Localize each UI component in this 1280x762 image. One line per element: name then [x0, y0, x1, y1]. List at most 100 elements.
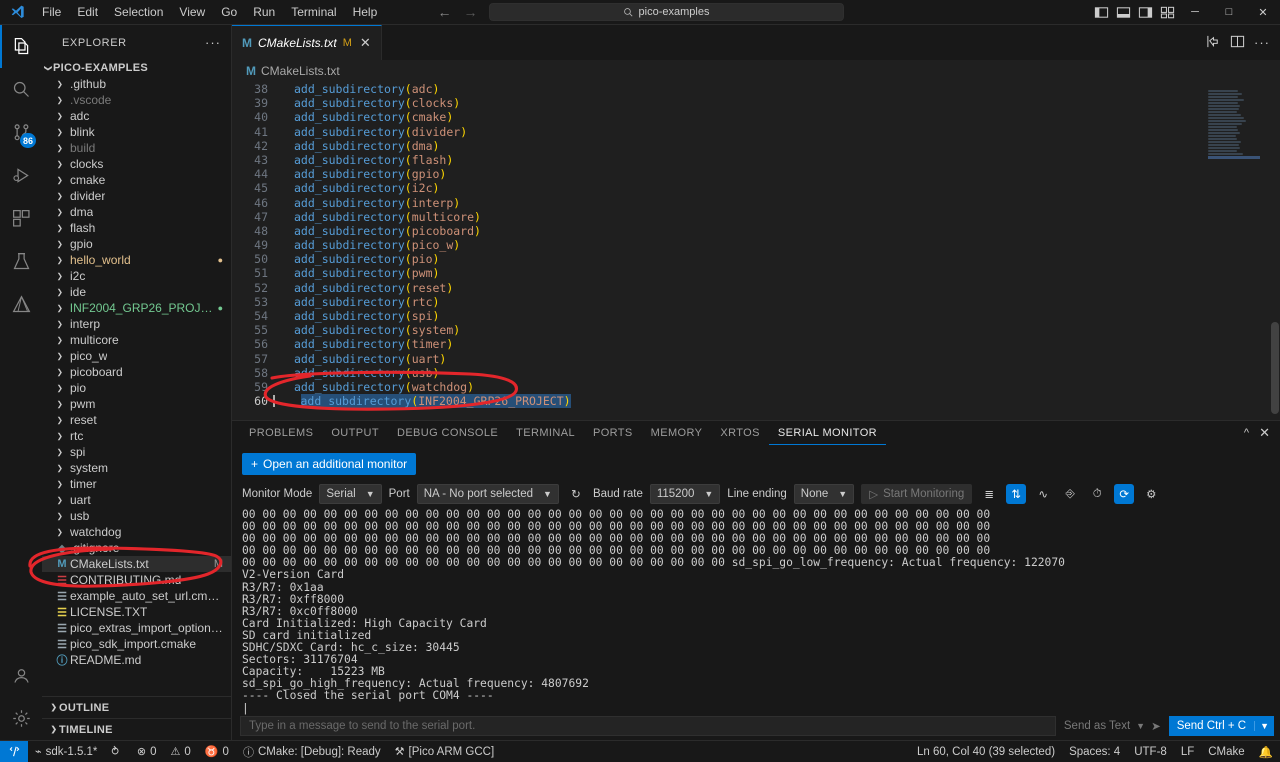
status-warnings[interactable]: ⚠ 0 [164, 741, 198, 762]
status-eol[interactable]: LF [1174, 741, 1201, 762]
tree-root-pico-examples[interactable]: PICO-EXAMPLES [42, 60, 231, 76]
file-tree[interactable]: PICO-EXAMPLES .github .vscode adc blink buil… [42, 60, 231, 696]
tree-folder-divider[interactable]: divider [42, 188, 231, 204]
code-line[interactable]: 42 add_subdirectory(dma) [232, 139, 1280, 153]
tree-folder-pico-w[interactable]: pico_w [42, 348, 231, 364]
menu-run[interactable]: Run [245, 0, 283, 25]
tree-file--gitignore[interactable]: ◆ .gitignore [42, 540, 231, 556]
code-line[interactable]: 56 add_subdirectory(timer) [232, 337, 1280, 351]
tree-folder-flash[interactable]: flash [42, 220, 231, 236]
menu-go[interactable]: Go [213, 0, 245, 25]
code-line[interactable]: 45 add_subdirectory(i2c) [232, 181, 1280, 195]
tree-folder-interp[interactable]: interp [42, 316, 231, 332]
status-language-mode[interactable]: CMake [1201, 741, 1251, 762]
code-line[interactable]: 51 add_subdirectory(pwm) [232, 266, 1280, 280]
code-line[interactable]: 60 add_subdirectory(INF2004_GRP26_PROJECT… [232, 394, 1280, 409]
tree-folder-picoboard[interactable]: picoboard [42, 364, 231, 380]
tree-file-example-auto-set-url-cmake[interactable]: ☰ example_auto_set_url.cmake [42, 588, 231, 604]
activity-settings[interactable] [0, 697, 42, 740]
toggle-panel-icon[interactable] [1112, 0, 1134, 25]
tree-file-contributing-md[interactable]: ☰ CONTRIBUTING.md [42, 572, 231, 588]
menu-help[interactable]: Help [345, 0, 386, 25]
tree-folder--vscode[interactable]: .vscode [42, 92, 231, 108]
status-indentation[interactable]: Spaces: 4 [1062, 741, 1127, 762]
tree-folder-clocks[interactable]: clocks [42, 156, 231, 172]
go-back-icon[interactable]: ← [437, 4, 453, 20]
tree-file-license-txt[interactable]: ☰ LICENSE.TXT [42, 604, 231, 620]
activity-accounts[interactable] [0, 654, 42, 697]
tree-folder-system[interactable]: system [42, 460, 231, 476]
tree-folder-spi[interactable]: spi [42, 444, 231, 460]
activity-search[interactable] [0, 68, 42, 111]
tree-folder-reset[interactable]: reset [42, 412, 231, 428]
tree-file-readme-md[interactable]: ⓘ README.md [42, 652, 231, 668]
editor-scrollbar-thumb[interactable] [1271, 322, 1279, 414]
activity-run-and-debug[interactable] [0, 154, 42, 197]
activity-cmake[interactable] [0, 283, 42, 326]
tree-folder-dma[interactable]: dma [42, 204, 231, 220]
tree-folder-rtc[interactable]: rtc [42, 428, 231, 444]
remote-window-icon[interactable] [0, 740, 28, 762]
timestamp-icon[interactable]: ⏱ [1087, 484, 1107, 504]
sidebar-section-outline[interactable]: OUTLINE [42, 696, 231, 718]
tree-folder-cmake[interactable]: cmake [42, 172, 231, 188]
status-cmake-status[interactable]: ⓘ CMake: [Debug]: Ready [236, 741, 388, 762]
menu-view[interactable]: View [171, 0, 213, 25]
panel-tab-debug-console[interactable]: DEBUG CONSOLE [388, 421, 507, 445]
tree-folder-uart[interactable]: uart [42, 492, 231, 508]
send-as-text-select[interactable]: Send as Text ▼ ➤ [1056, 719, 1169, 733]
status-sync-changes[interactable]: ⥁ [104, 741, 130, 762]
maximize-panel-icon[interactable]: ^ [1244, 427, 1249, 439]
more-actions-icon[interactable]: ··· [1254, 35, 1270, 50]
code-line[interactable]: 54 add_subdirectory(spi) [232, 309, 1280, 323]
panel-tab-output[interactable]: OUTPUT [322, 421, 388, 445]
code-line[interactable]: 47 add_subdirectory(multicore) [232, 210, 1280, 224]
panel-tab-memory[interactable]: MEMORY [642, 421, 712, 445]
tree-file-pico-sdk-import-cmake[interactable]: ☰ pico_sdk_import.cmake [42, 636, 231, 652]
code-line[interactable]: 57 add_subdirectory(uart) [232, 352, 1280, 366]
close-button[interactable]: ✕ [1246, 0, 1280, 25]
tree-file-pico-extras-import-optional-cmake[interactable]: ☰pico_extras_import_optional.cmake [42, 620, 231, 636]
status-ports[interactable]: ♉ 0 [198, 741, 236, 762]
customize-layout-icon[interactable] [1156, 0, 1178, 25]
start-monitoring-button[interactable]: ▷ Start Monitoring [861, 484, 973, 504]
tree-folder-blink[interactable]: blink [42, 124, 231, 140]
toggle-line-wrap-icon[interactable]: ⇅ [1006, 484, 1027, 504]
code-line[interactable]: 38 add_subdirectory(adc) [232, 82, 1280, 96]
tree-folder-adc[interactable]: adc [42, 108, 231, 124]
serial-monitor-output[interactable]: 00 00 00 00 00 00 00 00 00 00 00 00 00 0… [232, 507, 1280, 716]
sidebar-section-timeline[interactable]: TIMELINE [42, 718, 231, 740]
auto-reconnect-icon[interactable]: ⟳ [1114, 484, 1135, 504]
activity-testing[interactable] [0, 240, 42, 283]
clear-output-icon[interactable]: ≣ [979, 484, 999, 504]
code-line[interactable]: 48 add_subdirectory(picoboard) [232, 224, 1280, 238]
tree-folder-i2c[interactable]: i2c [42, 268, 231, 284]
tree-folder-multicore[interactable]: multicore [42, 332, 231, 348]
minimize-button[interactable]: ─ [1178, 0, 1212, 25]
tree-folder-timer[interactable]: timer [42, 476, 231, 492]
tree-folder-build[interactable]: build [42, 140, 231, 156]
send-ctrl-c-button[interactable]: Send Ctrl + C ▼ [1168, 716, 1274, 736]
code-line[interactable]: 50 add_subdirectory(pio) [232, 252, 1280, 266]
tree-folder-ide[interactable]: ide [42, 284, 231, 300]
breadcrumb[interactable]: M CMakeLists.txt [232, 60, 1280, 82]
menu-edit[interactable]: Edit [69, 0, 106, 25]
menu-file[interactable]: File [34, 0, 69, 25]
status-sdk-version[interactable]: ⌁ sdk-1.5.1* [28, 741, 104, 762]
open-in-editor-icon[interactable]: ⎆ [1060, 484, 1080, 504]
code-line[interactable]: 44 add_subdirectory(gpio) [232, 167, 1280, 181]
run-or-debug-icon[interactable] [1206, 34, 1221, 52]
tree-folder-inf2004-grp26-project[interactable]: INF2004_GRP26_PROJECT● [42, 300, 231, 316]
tree-folder-gpio[interactable]: gpio [42, 236, 231, 252]
status-encoding[interactable]: UTF-8 [1127, 741, 1174, 762]
toggle-primary-sidebar-icon[interactable] [1090, 0, 1112, 25]
tree-folder-watchdog[interactable]: watchdog [42, 524, 231, 540]
toggle-hex-icon[interactable]: ∿ [1033, 484, 1053, 504]
tree-folder-pwm[interactable]: pwm [42, 396, 231, 412]
line-ending-select[interactable]: None ▼ [793, 484, 855, 504]
tree-folder-hello-world[interactable]: hello_world ● [42, 252, 231, 268]
serial-message-input[interactable]: Type in a message to send to the serial … [240, 716, 1056, 736]
chevron-down-icon[interactable]: ▼ [1254, 721, 1274, 731]
close-panel-icon[interactable]: ✕ [1259, 425, 1270, 441]
tree-folder-pio[interactable]: pio [42, 380, 231, 396]
